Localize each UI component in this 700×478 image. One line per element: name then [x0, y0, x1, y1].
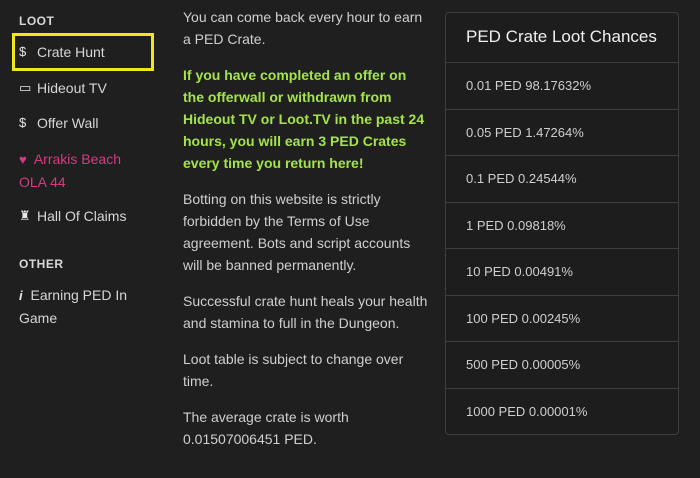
sidebar-item-earning-ped[interactable]: i Earning PED In Game [19, 284, 155, 329]
dollar-icon: $ [19, 44, 27, 59]
loot-row: 100 PED 0.00245% [446, 296, 678, 342]
section-title-loot: LOOT [19, 14, 55, 28]
paragraph-loot-change: Loot table is subject to change over tim… [183, 351, 404, 389]
paragraph-average-worth: The average crate is worth 0.01507006451… [183, 409, 349, 447]
loot-row: 0.01 PED 98.17632% [446, 63, 678, 110]
sidebar-item-label: i Earning PED In Game [19, 287, 128, 326]
sidebar-item-label: Hall Of Claims [37, 208, 127, 224]
sidebar-item-arrakis-beach[interactable]: ♥ Arrakis Beach OLA 44 [19, 148, 155, 193]
loot-row: 1000 PED 0.00001% [466, 403, 588, 419]
paragraph-botting: Botting on this website is strictly forb… [183, 191, 411, 273]
sidebar: LOOT $ Crate Hunt ▭ Hideout TV $ Offer W… [0, 0, 165, 478]
loot-row: 0.1 PED 0.24544% [446, 156, 678, 203]
heart-icon: ♥ [19, 152, 27, 167]
sidebar-item-label: ♥ Arrakis Beach OLA 44 [19, 151, 121, 190]
sidebar-item-label: Crate Hunt [37, 44, 105, 60]
sidebar-item-crate-hunt[interactable]: $ Crate Hunt [19, 41, 155, 63]
loot-chances-table: PED Crate Loot Chances 0.01 PED 98.17632… [445, 12, 679, 435]
paragraph-heals: Successful crate hunt heals your health … [183, 293, 428, 331]
main-content: You can come back every hour to earn a P… [183, 6, 428, 464]
sidebar-item-label: Offer Wall [37, 115, 99, 131]
paragraph-come-back: You can come back every hour to earn a P… [183, 9, 423, 47]
paragraph-bonus-crates: If you have completed an offer on the of… [183, 67, 425, 171]
sidebar-item-hideout-tv[interactable]: ▭ Hideout TV [19, 77, 155, 99]
loot-table-title: PED Crate Loot Chances [446, 13, 678, 63]
loot-row: 500 PED 0.00005% [446, 342, 678, 389]
dollar-icon: $ [19, 115, 27, 130]
loot-row: 1 PED 0.09818% [446, 203, 678, 249]
info-icon: i [19, 288, 23, 303]
loot-row: 10 PED 0.00491% [446, 249, 678, 296]
ticket-icon: ▭ [19, 80, 32, 95]
sidebar-item-hall-of-claims[interactable]: ♜ Hall Of Claims [19, 205, 155, 227]
trophy-icon: ♜ [19, 208, 31, 223]
sidebar-item-label: Hideout TV [37, 80, 107, 96]
page: LOOT $ Crate Hunt ▭ Hideout TV $ Offer W… [0, 0, 700, 478]
section-title-other: OTHER [19, 257, 64, 271]
loot-row: 0.05 PED 1.47264% [446, 110, 678, 156]
sidebar-item-offer-wall[interactable]: $ Offer Wall [19, 112, 155, 134]
